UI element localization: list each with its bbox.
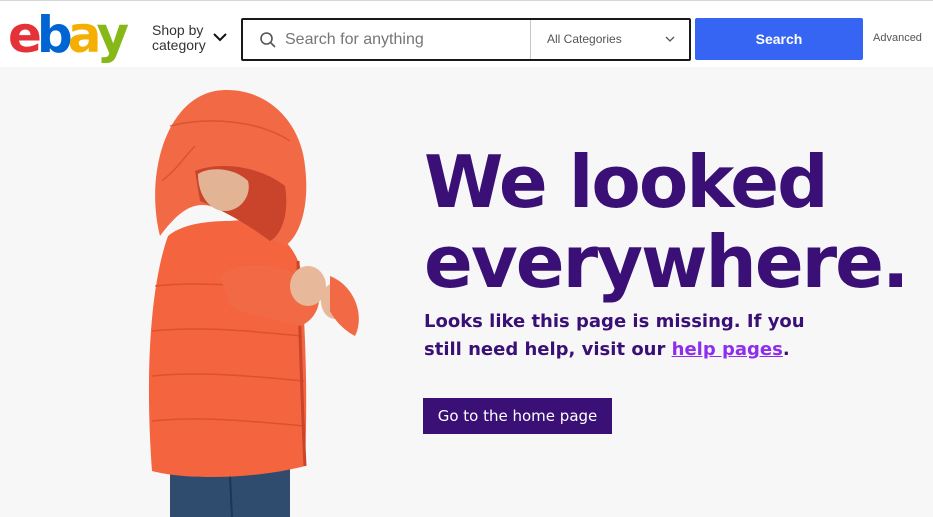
- logo-letter-e: e: [8, 6, 42, 64]
- shop-by-category-button[interactable]: Shop by category: [152, 23, 206, 53]
- message-period: .: [782, 339, 790, 360]
- headline-line-1: We looked: [424, 140, 829, 224]
- logo-letter-a: a: [67, 6, 102, 64]
- advanced-search-link[interactable]: Advanced: [873, 32, 922, 44]
- category-select-value: All Categories: [547, 32, 622, 46]
- shop-by-label: Shop by: [152, 22, 204, 38]
- search-input[interactable]: [285, 20, 525, 59]
- page-headline: We looked everywhere.: [424, 140, 909, 304]
- site-header: ebay Shop by category All Categories Sea…: [0, 1, 933, 67]
- go-home-button[interactable]: Go to the home page: [423, 398, 612, 434]
- chevron-down-icon: [665, 36, 675, 42]
- category-select[interactable]: All Categories: [530, 20, 689, 59]
- chevron-down-icon[interactable]: [212, 31, 228, 43]
- missing-page-message: Looks like this page is missing. If you …: [424, 308, 844, 364]
- child-in-orange-jacket-image: [148, 90, 359, 517]
- ebay-logo[interactable]: ebay: [8, 6, 129, 64]
- search-bar: All Categories: [241, 18, 691, 61]
- headline-line-2: everywhere.: [424, 220, 909, 304]
- search-button[interactable]: Search: [695, 18, 863, 60]
- search-icon: [260, 32, 276, 48]
- logo-letter-y: y: [96, 6, 129, 64]
- logo-letter-b: b: [36, 6, 73, 64]
- category-label: category: [152, 37, 206, 53]
- help-pages-link[interactable]: help pages: [672, 339, 783, 360]
